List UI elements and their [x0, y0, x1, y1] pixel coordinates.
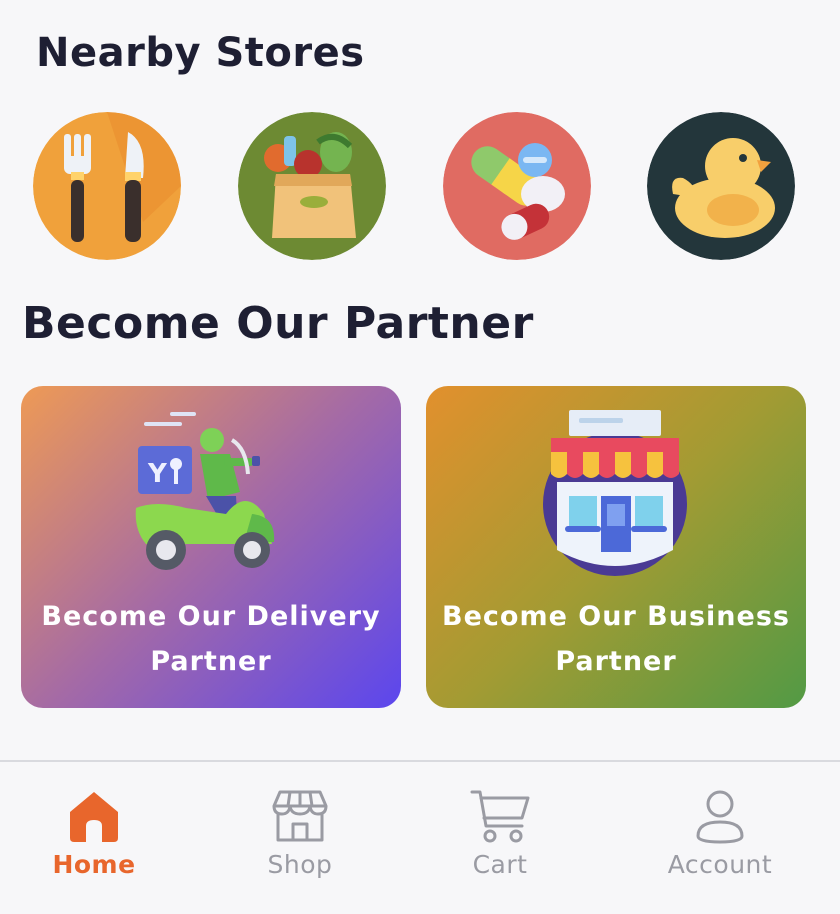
nearby-stores-title: Nearby Stores — [36, 30, 365, 76]
storefront-icon — [543, 410, 687, 576]
nav-account[interactable]: Account — [640, 762, 800, 902]
store-grocery[interactable] — [238, 112, 386, 260]
nav-cart[interactable]: Cart — [420, 762, 580, 902]
cart-icon — [470, 790, 530, 843]
delivery-scooter-icon: Y — [135, 412, 275, 570]
nav-home[interactable]: Home — [14, 762, 174, 902]
nav-shop[interactable]: Shop — [220, 762, 380, 902]
store-pharmacy[interactable] — [443, 112, 591, 260]
store-toys[interactable] — [647, 112, 795, 260]
business-partner-label: Become Our Business Partner — [442, 601, 790, 677]
home-icon — [70, 792, 118, 842]
become-partner-title: Become Our Partner — [22, 298, 534, 349]
bottom-navigation: Home Shop Cart Account — [0, 760, 840, 914]
delivery-partner-label: Become Our Delivery Partner — [41, 601, 381, 677]
duck-toy-icon — [647, 112, 795, 260]
svg-text:Y: Y — [147, 459, 168, 489]
business-partner-card[interactable]: Become Our Business Partner — [426, 386, 806, 708]
nav-home-label: Home — [52, 850, 136, 879]
nav-shop-label: Shop — [267, 850, 333, 879]
grocery-icon — [238, 112, 386, 260]
store-restaurant[interactable] — [33, 112, 181, 260]
shop-icon — [272, 790, 328, 842]
restaurant-icon — [33, 112, 181, 260]
delivery-partner-card[interactable]: Y Become Our Delivery Partner — [21, 386, 401, 708]
nav-account-label: Account — [667, 850, 773, 879]
account-icon — [696, 790, 744, 844]
nearby-stores-list — [0, 112, 840, 262]
nav-cart-label: Cart — [472, 850, 528, 879]
pharmacy-icon — [443, 112, 591, 260]
